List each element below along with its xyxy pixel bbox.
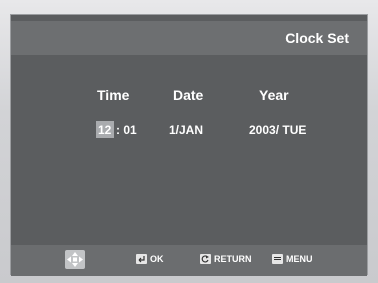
hour-field[interactable]: 12 xyxy=(98,123,111,137)
date-heading: Date xyxy=(173,87,204,103)
minute-field[interactable]: : 01 xyxy=(116,123,137,137)
return-icon xyxy=(200,254,211,264)
return-label: RETURN xyxy=(214,254,252,264)
menu-label: MENU xyxy=(286,254,313,264)
header-bar: Clock Set xyxy=(11,21,367,55)
direction-pad-icon xyxy=(65,250,85,269)
enter-icon xyxy=(136,254,147,264)
time-heading: Time xyxy=(97,87,130,103)
year-heading: Year xyxy=(259,87,289,103)
date-field[interactable]: 1/JAN xyxy=(169,123,203,137)
menu-icon xyxy=(272,254,283,264)
ok-button[interactable]: OK xyxy=(136,254,164,264)
footer-bar: OK RETURN MENU xyxy=(11,245,367,276)
ok-label: OK xyxy=(150,254,164,264)
menu-button[interactable]: MENU xyxy=(272,254,313,264)
return-button[interactable]: RETURN xyxy=(200,254,252,264)
year-field[interactable]: 2003/ TUE xyxy=(249,123,306,137)
page-title: Clock Set xyxy=(285,30,349,46)
osd-screen: Clock Set Time Date Year 12 : 01 1/JAN 2… xyxy=(10,14,368,276)
